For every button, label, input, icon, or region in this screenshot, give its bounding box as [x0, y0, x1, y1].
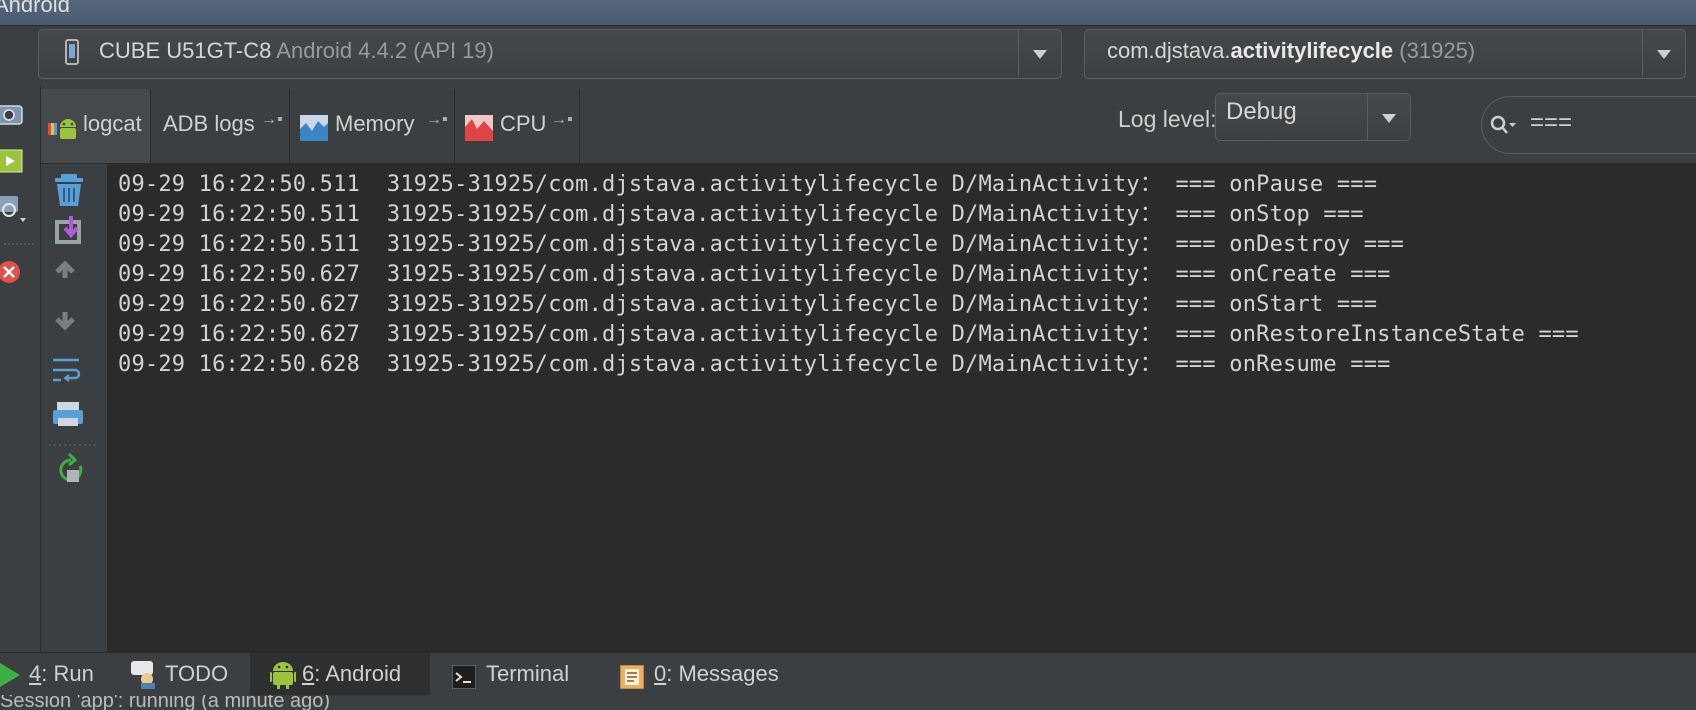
logcat-search-field[interactable]: === — [1481, 96, 1696, 154]
process-pid: (31925) — [1399, 38, 1476, 63]
screenshot-icon[interactable] — [0, 105, 23, 125]
screen-record-icon[interactable] — [0, 196, 26, 222]
log-line: 09-29 16:22:50.627 31925-31925/com.djsta… — [118, 292, 1378, 317]
messages-tool-tab[interactable]: 0: Messages — [618, 653, 798, 695]
device-toolbar: CUBE U51GT-C8 Android 4.4.2 (API 19) com… — [0, 26, 1696, 86]
android-mnemonic: 6 — [302, 661, 315, 686]
device-version: Android 4.4.2 (API 19) — [276, 38, 494, 63]
tab-cpu-label: CPU — [500, 111, 547, 136]
logcat-toolbar — [41, 164, 108, 652]
log-level-value: Debug — [1226, 98, 1297, 125]
messages-icon — [620, 665, 644, 689]
todo-icon — [131, 661, 155, 689]
print-icon[interactable] — [53, 402, 83, 426]
left-toolstrip — [0, 86, 41, 652]
logcat-tab-bar: logcat ADB logs →▪ Memory →▪ CPU →▪ Log … — [41, 87, 1696, 164]
cpu-icon — [465, 115, 493, 141]
search-input[interactable]: === — [1530, 109, 1572, 137]
run-mnemonic: 4 — [29, 661, 42, 686]
log-line: 09-29 16:22:50.511 31925-31925/com.djsta… — [118, 232, 1405, 257]
terminal-label: Terminal — [486, 661, 570, 686]
status-bar: Session 'app': running (a minute ago) — [0, 695, 1696, 710]
tab-adb-logs-label: ADB logs — [163, 111, 255, 136]
log-line: 09-29 16:22:50.511 31925-31925/com.djsta… — [118, 172, 1378, 197]
terminate-icon[interactable] — [0, 261, 20, 283]
tab-memory-label: Memory — [335, 111, 415, 136]
logcat-output[interactable]: 09-29 16:22:50.511 31925-31925/com.djsta… — [108, 164, 1696, 652]
pin-icon[interactable]: →▪ — [261, 111, 283, 129]
tab-cpu[interactable]: CPU →▪ — [455, 89, 580, 163]
device-selector[interactable]: CUBE U51GT-C8 Android 4.4.2 (API 19) — [38, 29, 1062, 79]
soft-wrap-icon[interactable] — [53, 358, 81, 382]
window-title-bar: Android — [0, 0, 1696, 26]
device-dropdown-arrow-icon[interactable] — [1018, 30, 1061, 78]
run-tool-tab[interactable]: 4: Run — [0, 653, 110, 695]
left-strip-icons — [0, 105, 36, 283]
todo-tool-tab[interactable]: TODO — [125, 653, 245, 695]
logcat-tool-icons — [49, 174, 97, 482]
run-label: : Run — [41, 661, 94, 686]
android-icon — [270, 662, 296, 689]
log-level-dropdown-arrow-icon[interactable] — [1367, 94, 1410, 140]
tab-memory[interactable]: Memory →▪ — [290, 89, 455, 163]
log-line: 09-29 16:22:50.628 31925-31925/com.djsta… — [118, 352, 1391, 377]
tool-window-bar: 4: Run TODO 6: Android Terminal 0: Messa… — [0, 652, 1696, 695]
run-icon — [0, 663, 20, 687]
todo-label: TODO — [165, 661, 229, 686]
process-package-name: activitylifecycle — [1230, 38, 1394, 63]
clear-log-icon[interactable] — [55, 174, 83, 206]
terminal-tool-tab[interactable]: Terminal — [450, 653, 590, 695]
terminal-icon — [452, 665, 476, 689]
logcat-icon — [48, 119, 76, 139]
messages-mnemonic: 0 — [654, 661, 667, 686]
restart-icon[interactable] — [59, 452, 83, 482]
down-arrow-icon[interactable] — [55, 312, 75, 331]
log-line: 09-29 16:22:50.511 31925-31925/com.djsta… — [118, 202, 1364, 227]
up-arrow-icon[interactable] — [55, 260, 75, 278]
process-package-prefix: com.djstava. — [1107, 38, 1231, 63]
tab-adb-logs[interactable]: ADB logs →▪ — [151, 89, 290, 163]
launch-icon[interactable] — [0, 149, 23, 173]
scroll-to-end-icon[interactable] — [55, 216, 81, 244]
search-icon[interactable] — [1490, 115, 1518, 135]
android-label: : Android — [314, 661, 402, 686]
messages-label: : Messages — [666, 661, 779, 686]
device-name: CUBE U51GT-C8 — [99, 38, 272, 63]
log-level-select[interactable]: Debug — [1215, 93, 1411, 141]
phone-icon — [65, 39, 79, 65]
log-level-label: Log level: — [1118, 106, 1217, 132]
pin-icon[interactable]: →▪ — [426, 111, 448, 129]
tab-logcat[interactable]: logcat — [41, 89, 151, 163]
tab-logcat-label: logcat — [83, 111, 142, 136]
pin-icon[interactable]: →▪ — [551, 111, 573, 129]
android-tool-tab[interactable]: 6: Android — [250, 653, 430, 695]
log-line: 09-29 16:22:50.627 31925-31925/com.djsta… — [118, 262, 1391, 287]
log-line: 09-29 16:22:50.627 31925-31925/com.djsta… — [118, 322, 1579, 347]
memory-icon — [300, 115, 328, 141]
window-title: Android — [0, 0, 70, 17]
process-dropdown-arrow-icon[interactable] — [1642, 30, 1685, 78]
status-text: Session 'app': running (a minute ago) — [0, 695, 331, 710]
process-selector[interactable]: com.djstava.activitylifecycle (31925) — [1084, 29, 1686, 79]
